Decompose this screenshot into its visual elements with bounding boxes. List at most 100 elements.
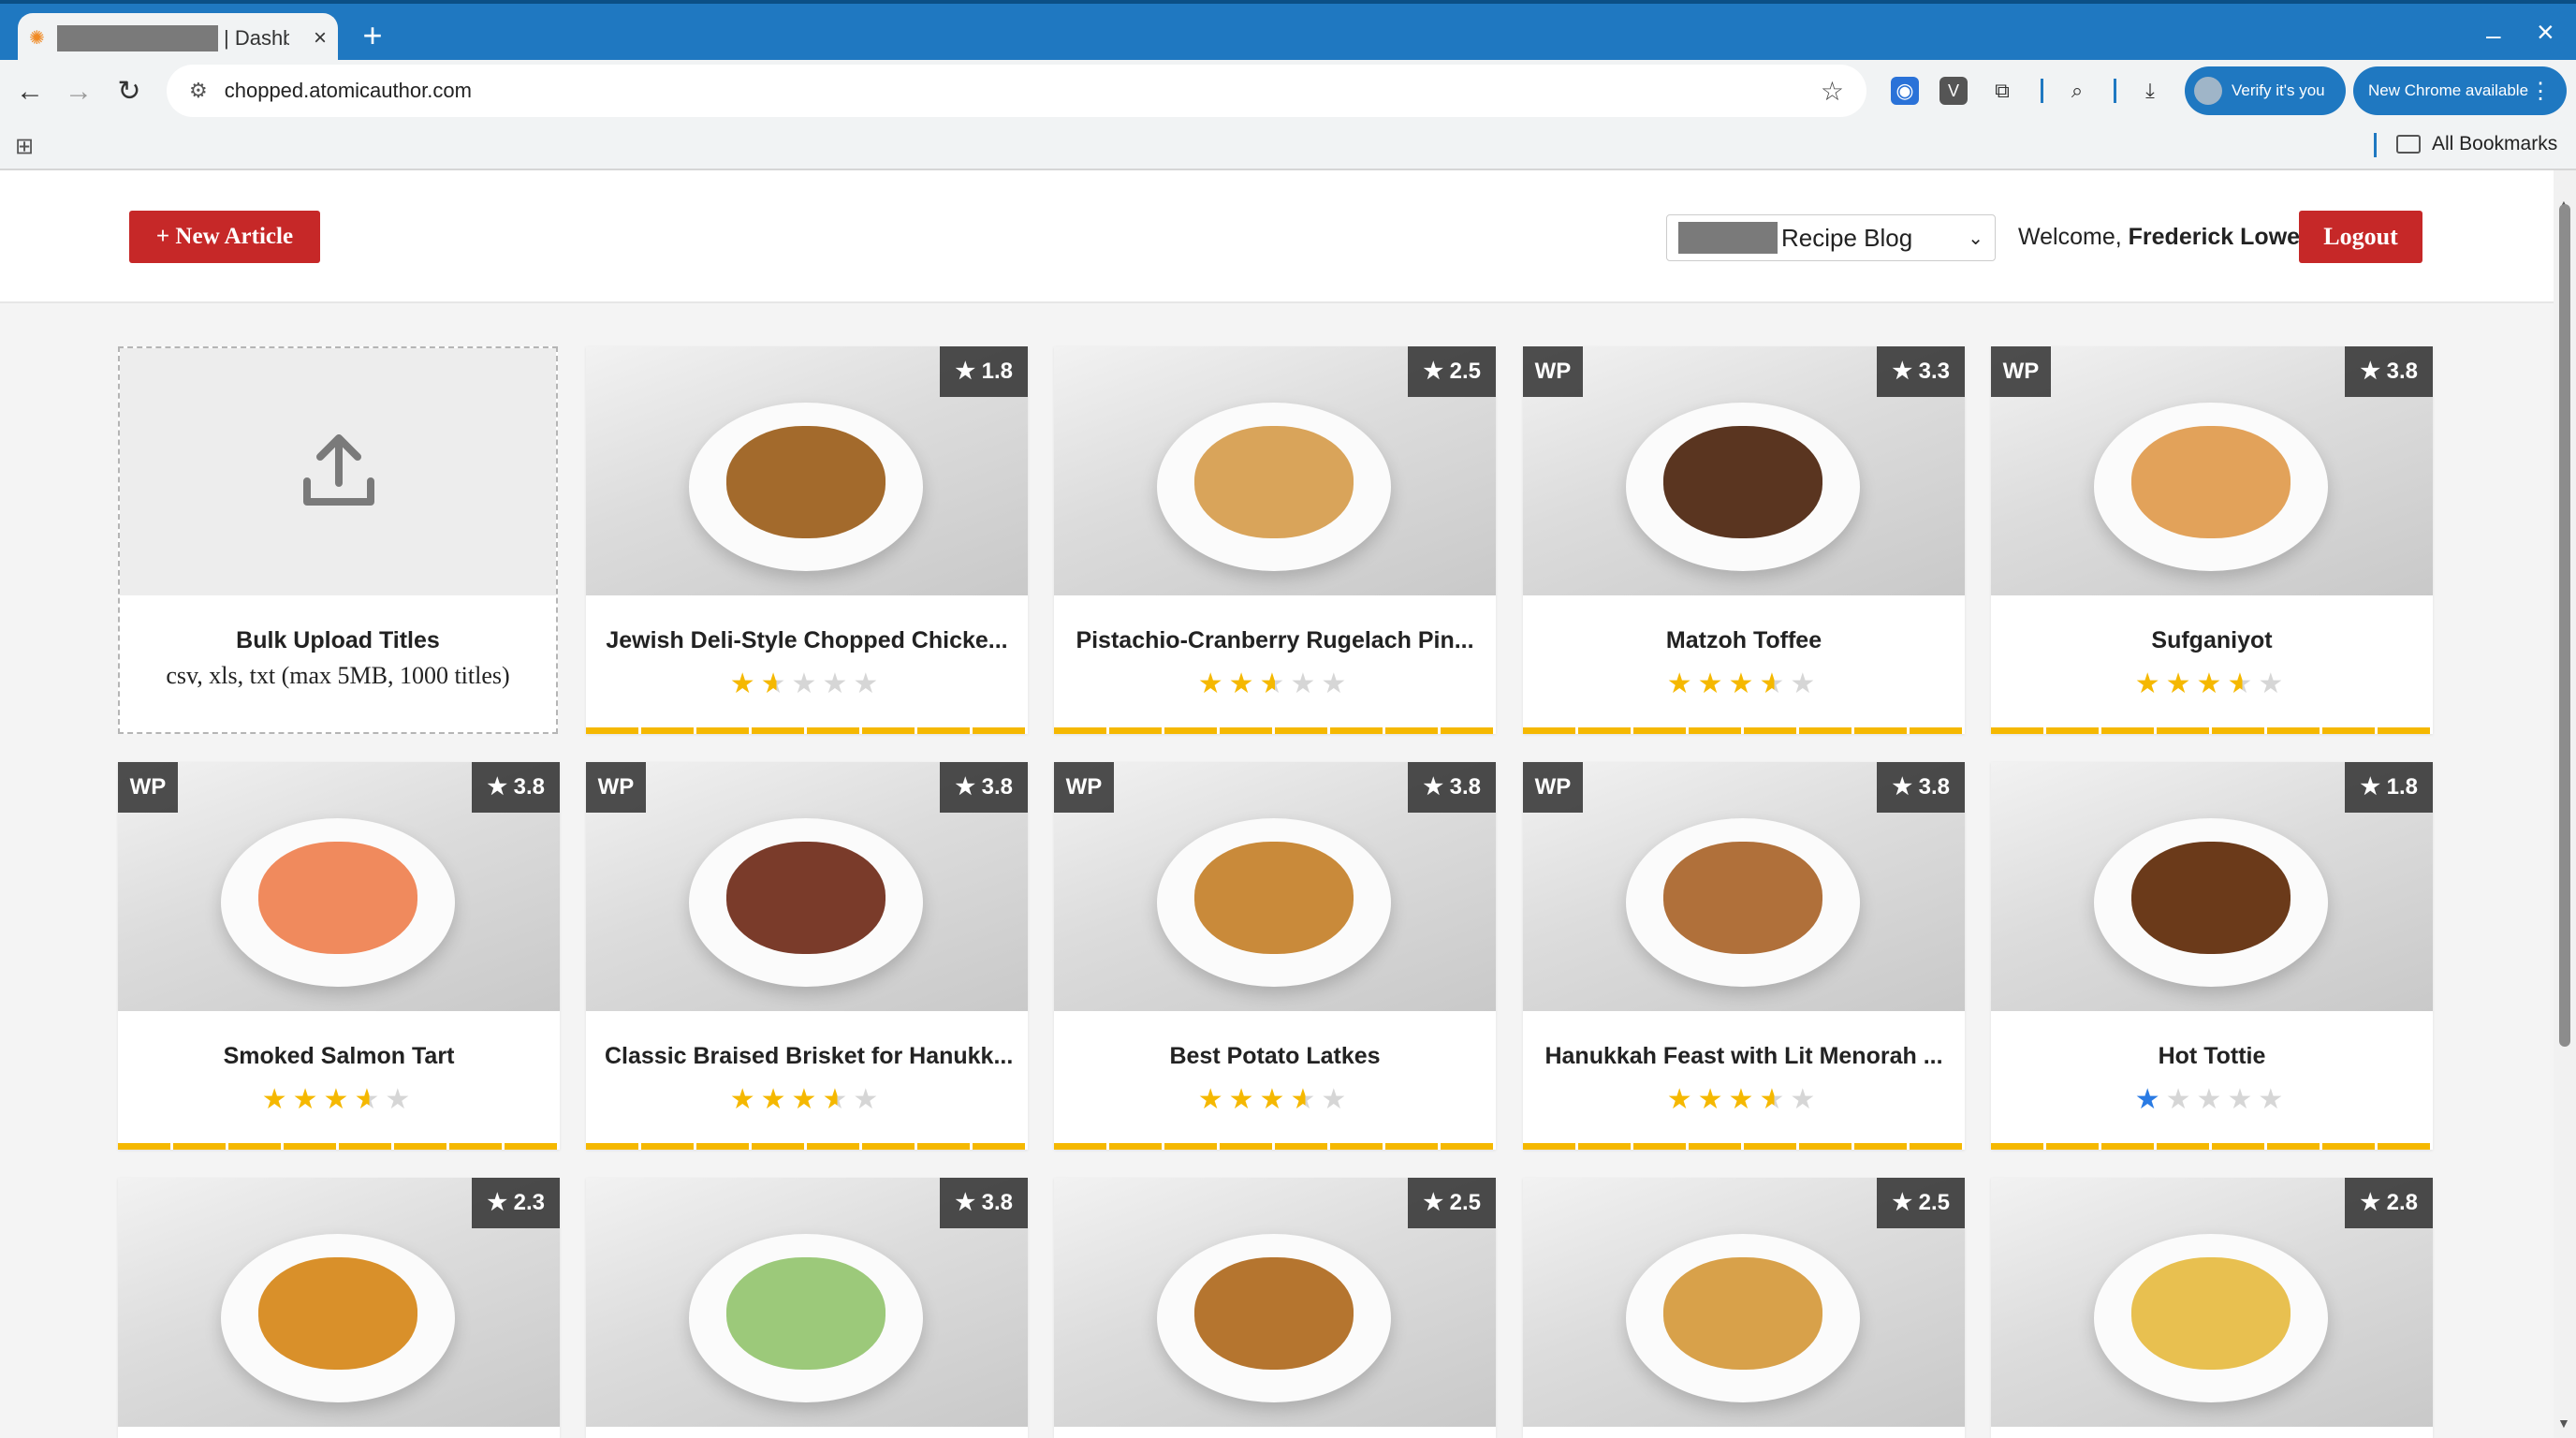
back-icon[interactable]: ← (11, 73, 49, 110)
article-card[interactable]: WP ★ 3.3 Matzoh Toffee ★★★★★ (1523, 346, 1965, 734)
address-url[interactable]: chopped.atomicauthor.com (225, 79, 472, 103)
star-icon[interactable]: ★ (2227, 1084, 2258, 1115)
star-icon[interactable]: ★ (2166, 1084, 2197, 1115)
star-icon[interactable]: ★ (822, 668, 853, 699)
star-icon[interactable]: ★ (1290, 668, 1321, 699)
screen-search-icon[interactable]: ⌕ (2063, 77, 2091, 105)
star-icon[interactable]: ★ (1198, 1084, 1229, 1115)
browser-tab[interactable]: ✺ | Dashbo × (18, 13, 338, 64)
window-close-icon[interactable]: × (2537, 15, 2554, 50)
star-rating[interactable]: ★★★★★ (586, 1083, 1028, 1116)
star-icon[interactable]: ★ (822, 1084, 853, 1115)
tab-close-icon[interactable]: × (314, 25, 327, 51)
star-rating[interactable]: ★★★★★ (586, 668, 1028, 700)
extensions-puzzle-icon[interactable]: ⧉ (1988, 77, 2016, 105)
article-card[interactable]: ★ 3.8 (586, 1178, 1028, 1438)
star-icon[interactable]: ★ (853, 1084, 884, 1115)
article-thumbnail[interactable]: WP ★ 3.8 (118, 762, 560, 1011)
star-icon[interactable]: ★ (2197, 1084, 2228, 1115)
extension-icon[interactable]: ◉ (1891, 77, 1919, 105)
blog-selector[interactable]: Recipe Blog ⌄ (1666, 214, 1996, 261)
article-card[interactable]: WP ★ 3.8 Best Potato Latkes ★★★★★ (1054, 762, 1496, 1150)
star-icon[interactable]: ★ (792, 1084, 823, 1115)
star-rating[interactable]: ★★★★★ (1054, 668, 1496, 700)
star-icon[interactable]: ★ (1260, 668, 1291, 699)
star-icon[interactable]: ★ (730, 1084, 761, 1115)
extension-v-icon[interactable]: V (1939, 77, 1968, 105)
star-icon[interactable]: ★ (1198, 668, 1229, 699)
star-icon[interactable]: ★ (2135, 668, 2166, 699)
star-icon[interactable]: ★ (1229, 1084, 1260, 1115)
article-card[interactable]: ★ 2.5 (1054, 1178, 1496, 1438)
article-card[interactable]: ★ 2.5 Pistachio-Cranberry Rugelach Pin...… (1054, 346, 1496, 734)
window-minimize-icon[interactable]: – (2486, 21, 2501, 51)
star-icon[interactable]: ★ (761, 668, 792, 699)
article-card[interactable]: ★ 1.8 Jewish Deli-Style Chopped Chicke...… (586, 346, 1028, 734)
article-card[interactable]: WP ★ 3.8 Sufganiyot ★★★★★ (1991, 346, 2433, 734)
star-icon[interactable]: ★ (2258, 668, 2289, 699)
star-icon[interactable]: ★ (1667, 1084, 1698, 1115)
article-card[interactable]: ★ 2.3 (118, 1178, 560, 1438)
apps-grid-icon[interactable]: ⊞ (15, 133, 34, 160)
new-article-button[interactable]: + New Article (129, 211, 320, 263)
star-icon[interactable]: ★ (1667, 668, 1698, 699)
star-icon[interactable]: ★ (2135, 1084, 2166, 1115)
star-rating[interactable]: ★★★★★ (1991, 1083, 2433, 1116)
article-thumbnail[interactable]: WP ★ 3.8 (586, 762, 1028, 1011)
star-icon[interactable]: ★ (293, 1084, 324, 1115)
article-thumbnail[interactable]: ★ 2.5 (1054, 346, 1496, 595)
star-icon[interactable]: ★ (1698, 1084, 1729, 1115)
new-tab-button[interactable]: + (354, 17, 391, 54)
star-icon[interactable]: ★ (1790, 1084, 1821, 1115)
star-rating[interactable]: ★★★★★ (1991, 668, 2433, 700)
page-scrollbar[interactable]: ▲ ▼ (2554, 170, 2576, 1438)
star-icon[interactable]: ★ (1260, 1084, 1291, 1115)
article-title[interactable]: Classic Braised Brisket for Hanukk... (586, 1043, 1028, 1070)
article-card[interactable]: WP ★ 3.8 Hanukkah Feast with Lit Menorah .… (1523, 762, 1965, 1150)
article-title[interactable]: Matzoh Toffee (1523, 627, 1965, 654)
article-thumbnail[interactable]: ★ 1.8 (586, 346, 1028, 595)
article-title[interactable]: Sufganiyot (1991, 627, 2433, 654)
article-thumbnail[interactable]: ★ 2.3 (118, 1178, 560, 1427)
star-rating[interactable]: ★★★★★ (1523, 668, 1965, 700)
article-title[interactable]: Hanukkah Feast with Lit Menorah ... (1523, 1043, 1965, 1070)
forward-icon[interactable]: → (60, 73, 97, 110)
new-chrome-button[interactable]: New Chrome available ⋮ (2353, 66, 2567, 115)
download-icon[interactable]: ⤓ (2136, 77, 2164, 105)
star-icon[interactable]: ★ (2227, 668, 2258, 699)
star-icon[interactable]: ★ (1290, 1084, 1321, 1115)
star-icon[interactable]: ★ (1790, 668, 1821, 699)
star-icon[interactable]: ★ (1759, 1084, 1790, 1115)
article-thumbnail[interactable]: ★ 2.5 (1054, 1178, 1496, 1427)
star-rating[interactable]: ★★★★★ (118, 1083, 560, 1116)
article-title[interactable]: Hot Tottie (1991, 1043, 2433, 1070)
article-thumbnail[interactable]: ★ 2.8 (1991, 1178, 2433, 1427)
article-thumbnail[interactable]: WP ★ 3.8 (1054, 762, 1496, 1011)
star-icon[interactable]: ★ (2197, 668, 2228, 699)
star-icon[interactable]: ★ (1321, 668, 1352, 699)
article-thumbnail[interactable]: WP ★ 3.8 (1523, 762, 1965, 1011)
star-rating[interactable]: ★★★★★ (1523, 1083, 1965, 1116)
star-icon[interactable]: ★ (761, 1084, 792, 1115)
logout-button[interactable]: Logout (2299, 211, 2422, 263)
article-card[interactable]: ★ 2.5 (1523, 1178, 1965, 1438)
star-icon[interactable]: ★ (1321, 1084, 1352, 1115)
article-title[interactable]: Pistachio-Cranberry Rugelach Pin... (1054, 627, 1496, 654)
article-thumbnail[interactable]: WP ★ 3.8 (1991, 346, 2433, 595)
star-icon[interactable]: ★ (1759, 668, 1790, 699)
site-info-icon[interactable]: ⚙ (189, 79, 208, 103)
star-icon[interactable]: ★ (1229, 668, 1260, 699)
verify-identity-button[interactable]: Verify it's you (2185, 66, 2346, 115)
star-icon[interactable]: ★ (1729, 668, 1760, 699)
upload-dropzone[interactable] (120, 348, 556, 595)
article-card[interactable]: ★ 2.8 (1991, 1178, 2433, 1438)
article-thumbnail[interactable]: ★ 1.8 (1991, 762, 2433, 1011)
article-thumbnail[interactable]: WP ★ 3.3 (1523, 346, 1965, 595)
all-bookmarks-button[interactable]: All Bookmarks (2396, 133, 2557, 155)
star-icon[interactable]: ★ (2166, 668, 2197, 699)
article-title[interactable]: Best Potato Latkes (1054, 1043, 1496, 1070)
more-menu-icon[interactable]: ⋮ (2529, 78, 2552, 105)
star-icon[interactable]: ★ (354, 1084, 385, 1115)
star-icon[interactable]: ★ (1729, 1084, 1760, 1115)
scroll-down-icon[interactable]: ▼ (2557, 1416, 2570, 1431)
